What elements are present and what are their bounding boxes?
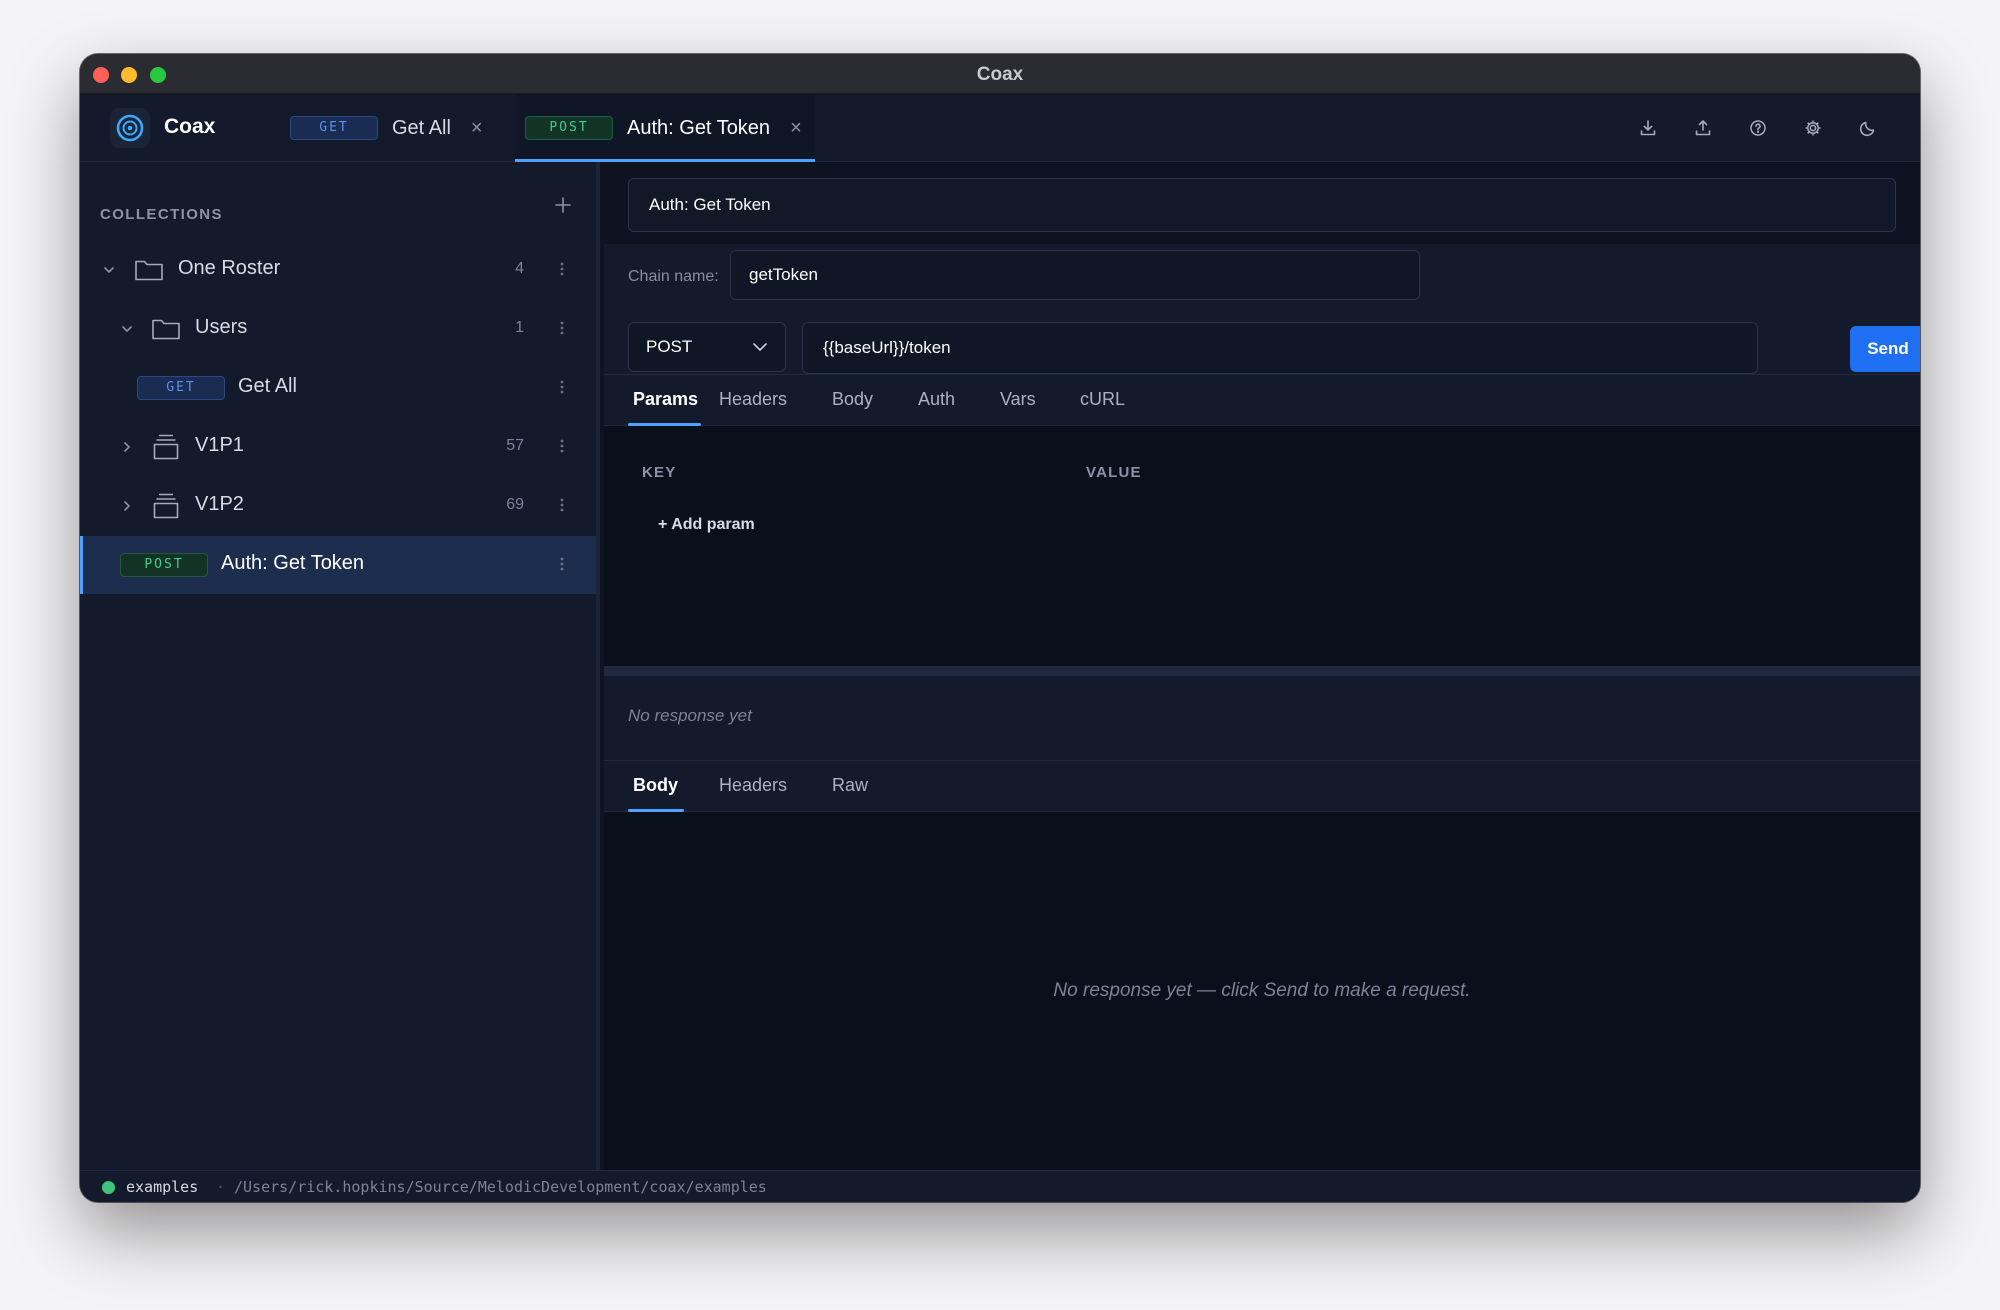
tab-body[interactable]: Body [832,389,873,410]
top-bar: Coax GET Get All × POST Auth: Get Token … [80,94,1920,162]
more-options-icon[interactable] [560,379,564,395]
chevron-down-icon[interactable] [120,322,134,336]
request-tabs: Params Headers Body Auth Vars cURL [604,374,1920,426]
add-param-button[interactable]: + Add param [658,516,755,534]
help-icon[interactable] [1746,116,1770,140]
item-count: 57 [506,437,524,454]
status-bar: examples · /Users/rick.hopkins/Source/Me… [80,1170,1920,1202]
tab-auth-get-token[interactable]: POST Auth: Get Token × [515,94,815,162]
tree-request-get-all[interactable]: GET Get All [80,359,596,417]
tree-label: Users [195,316,248,338]
panel-splitter[interactable] [604,666,1920,676]
separator: · [216,1178,226,1196]
key-column-header: KEY [642,464,677,481]
tab-vars[interactable]: Vars [1000,389,1036,410]
export-icon[interactable] [1691,116,1715,140]
chevron-down-icon [753,343,767,351]
empty-response-message: No response yet — click Send to make a r… [1053,980,1471,1001]
tree-label: V1P1 [195,434,244,456]
tab-params[interactable]: Params [633,389,698,410]
request-panel: Auth: Get Token Chain name: getToken POS… [604,162,1920,1170]
method-badge: POST [525,116,613,140]
tab-label: Auth: Get Token [627,116,771,139]
tree-collection-v1p2[interactable]: V1P2 69 [80,477,596,535]
chain-name-label: Chain name: [628,268,719,285]
more-options-icon[interactable] [560,438,564,454]
add-collection-icon[interactable] [554,196,572,219]
request-name-input[interactable]: Auth: Get Token [628,178,1896,232]
chevron-right-icon[interactable] [120,440,134,454]
tree-folder-one-roster[interactable]: One Roster 4 [80,241,596,299]
tab-response-raw[interactable]: Raw [832,775,868,796]
tree-folder-users[interactable]: Users 1 [80,300,596,358]
tab-headers[interactable]: Headers [719,389,787,410]
params-table: KEY VALUE + Add param [604,426,1920,666]
chevron-right-icon[interactable] [120,499,134,513]
dark-mode-moon-icon[interactable] [1856,116,1880,140]
more-options-icon[interactable] [560,320,564,336]
item-count: 69 [506,496,524,513]
item-count: 4 [515,260,524,277]
workspace-status-dot [102,1181,115,1194]
value-column-header: VALUE [1086,464,1142,481]
folder-icon [135,260,163,281]
more-options-icon[interactable] [560,261,564,277]
window-title: Coax [976,64,1024,85]
collections-header: COLLECTIONS [100,206,223,223]
send-button[interactable]: Send [1850,326,1920,372]
response-status-bar: No response yet [604,676,1920,760]
tree-label: V1P2 [195,493,244,515]
method-badge: GET [137,376,225,400]
tab-response-headers[interactable]: Headers [719,775,787,796]
app-name: Coax [164,115,216,138]
method-select[interactable]: POST [628,322,786,372]
collection-stack-icon [153,434,179,460]
method-badge: GET [290,116,378,140]
tree-request-auth-get-token[interactable]: POST Auth: Get Token [80,536,596,594]
method-select-value: POST [646,337,693,356]
request-config: Chain name: getToken POST {{baseUrl}}/to… [604,244,1920,374]
chevron-down-icon[interactable] [102,263,116,277]
tree-label: Auth: Get Token [221,552,365,574]
url-input[interactable]: {{baseUrl}}/token [802,322,1758,374]
response-tabs: Body Headers Raw [604,760,1920,812]
tab-close-icon[interactable]: × [471,117,483,140]
tab-close-icon[interactable]: × [790,117,802,140]
tab-response-body[interactable]: Body [633,775,678,796]
tab-auth[interactable]: Auth [918,389,955,410]
method-badge: POST [120,553,208,577]
more-options-icon[interactable] [560,556,564,572]
response-status: No response yet [628,706,752,725]
folder-icon [152,319,180,340]
item-count: 1 [515,319,524,336]
tree-collection-v1p1[interactable]: V1P1 57 [80,418,596,476]
workspace-path: /Users/rick.hopkins/Source/MelodicDevelo… [234,1178,767,1196]
tab-curl[interactable]: cURL [1080,389,1125,410]
chain-name-input[interactable]: getToken [730,250,1420,300]
workspace-name: examples [126,1178,199,1196]
sidebar: COLLECTIONS One Roster 4 Users 1 GET Get… [80,162,600,1170]
title-bar: Coax [80,54,1920,94]
response-body: No response yet — click Send to make a r… [604,812,1920,1170]
more-options-icon[interactable] [560,497,564,513]
settings-gear-icon[interactable] [1801,116,1825,140]
tab-label: Get All [392,116,451,139]
app-window: Coax Coax GET Get All × POST Auth: Get T… [80,54,1920,1202]
tree-label: Get All [238,375,297,397]
toolbar [1636,116,1880,140]
collection-stack-icon [153,493,179,519]
tree-label: One Roster [178,257,281,279]
import-icon[interactable] [1636,116,1660,140]
app-logo-icon [110,108,150,148]
